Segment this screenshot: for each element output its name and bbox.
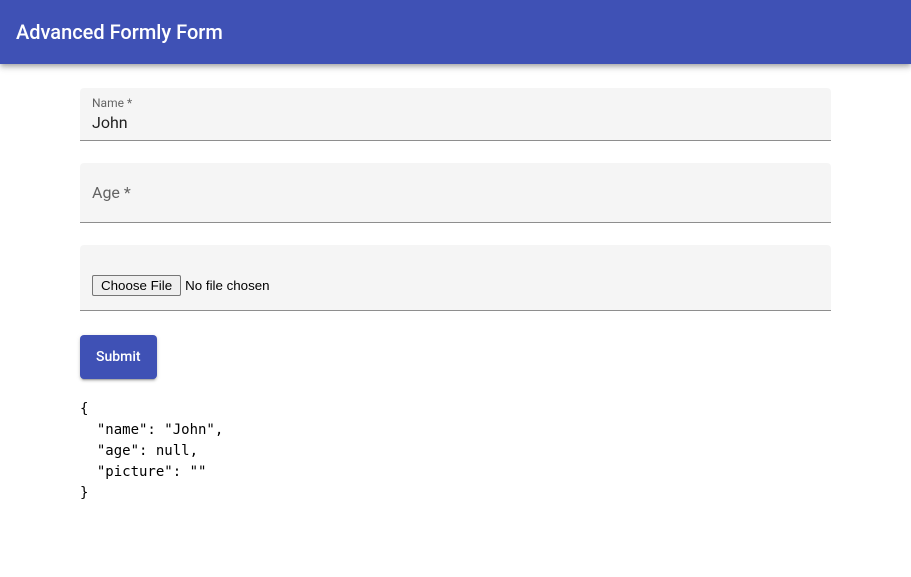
file-status-text: No file chosen (185, 278, 269, 293)
submit-button[interactable]: Submit (80, 335, 157, 379)
name-label: Name * (92, 96, 132, 110)
app-toolbar: Advanced Formly Form (0, 0, 911, 64)
age-label: Age * (92, 183, 131, 202)
page-title: Advanced Formly Form (16, 20, 223, 44)
model-json-output: { "name": "John", "age": null, "picture"… (80, 399, 831, 504)
name-input[interactable] (92, 113, 819, 132)
name-field-wrapper[interactable]: Name * (80, 88, 831, 141)
file-field-wrapper[interactable]: Choose File No file chosen (80, 245, 831, 311)
age-field-wrapper[interactable]: Age * (80, 163, 831, 223)
choose-file-button[interactable]: Choose File (92, 275, 181, 296)
main-content: Name * Age * Choose File No file chosen … (0, 64, 911, 528)
